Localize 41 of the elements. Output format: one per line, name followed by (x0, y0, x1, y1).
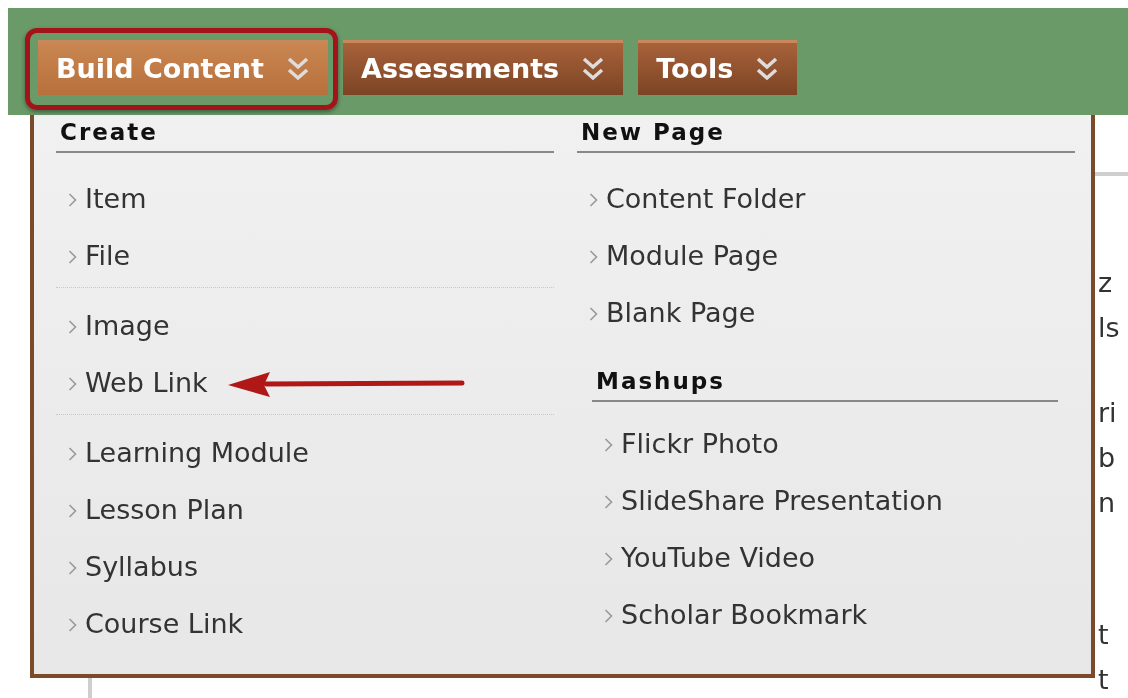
menu-item[interactable]: Flickr Photo (621, 424, 779, 465)
chevron-icon (604, 436, 613, 453)
double-chevron-icon (581, 56, 606, 82)
chevron-icon (68, 616, 77, 633)
chevron-icon (589, 248, 598, 265)
section-heading: Mashups (592, 364, 1058, 402)
menu-item[interactable]: Item (85, 179, 147, 220)
body-text: ri b n (1098, 396, 1118, 520)
chevron-icon (589, 191, 598, 208)
menu-item[interactable]: Learning Module (85, 433, 309, 474)
chevron-icon (68, 375, 77, 392)
body-text: t t (1098, 618, 1110, 697)
chevron-icon (68, 248, 77, 265)
chevron-icon (68, 559, 77, 576)
chevron-icon (589, 305, 598, 322)
chevron-icon (604, 550, 613, 567)
menu-item[interactable]: File (85, 236, 131, 277)
chevron-icon (68, 445, 77, 462)
menu-item[interactable]: Lesson Plan (85, 490, 244, 531)
menu-item[interactable]: Content Folder (606, 179, 806, 220)
menu-item[interactable]: Web Link (85, 363, 208, 404)
menu-item[interactable]: Module Page (606, 236, 779, 277)
menu-item[interactable]: YouTube Video (621, 538, 816, 579)
double-chevron-icon (286, 56, 310, 82)
menu-item[interactable]: Syllabus (85, 547, 198, 588)
chevron-icon (68, 318, 77, 335)
menu-item[interactable]: Course Link (85, 604, 244, 645)
chevron-icon (604, 493, 613, 510)
menu-item[interactable]: Scholar Bookmark (621, 595, 868, 636)
double-chevron-icon (755, 56, 780, 82)
chevron-icon (68, 191, 77, 208)
section-heading: New Page (577, 115, 1075, 153)
menu-item[interactable]: Blank Page (606, 293, 756, 334)
chevron-icon (68, 502, 77, 519)
menu-tab[interactable]: Tools (638, 40, 798, 95)
section-heading: Create (56, 115, 554, 153)
chevron-icon (604, 607, 613, 624)
menu-item[interactable]: Image (85, 306, 170, 347)
body-text: z ls (1098, 266, 1121, 345)
menu-item[interactable]: SlideShare Presentation (621, 481, 943, 522)
menu-tab[interactable]: Assessments (343, 40, 624, 95)
